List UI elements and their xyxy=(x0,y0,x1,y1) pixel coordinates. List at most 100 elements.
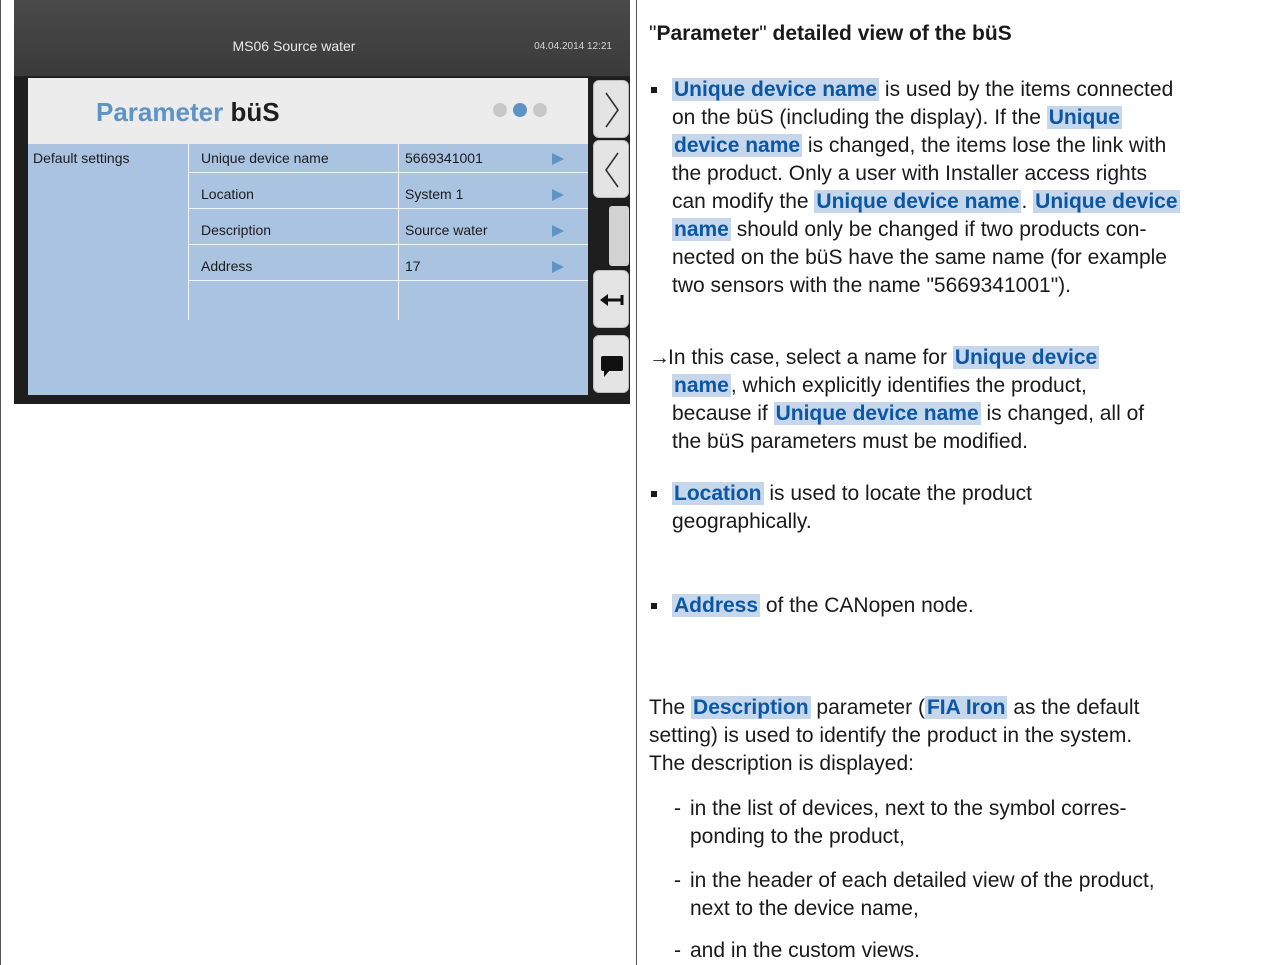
row-divider xyxy=(188,280,588,281)
text-line: Location is used to locate the product xyxy=(672,480,1282,508)
row-arrow-icon[interactable] xyxy=(552,261,564,273)
row-divider xyxy=(188,208,588,209)
bullet-address: Address of the CANopen node. xyxy=(672,592,1282,620)
device-title: MS06 Source water xyxy=(232,38,356,54)
row-value[interactable]: 17 xyxy=(405,258,421,274)
dash-item: and in the custom views. xyxy=(690,937,1280,965)
text-line: The description is displayed: xyxy=(649,752,914,775)
row-label[interactable]: Address xyxy=(201,258,252,274)
device-banner: Parameter büS xyxy=(28,78,588,144)
back-button[interactable] xyxy=(593,270,629,328)
page-left-rule xyxy=(0,0,1,965)
highlight-term: Location xyxy=(672,482,764,505)
text-line: device name is changed, the items lose t… xyxy=(672,132,1282,160)
text-span: can modify the xyxy=(672,190,815,213)
row-divider xyxy=(188,172,588,173)
highlight-term: Unique device xyxy=(1033,190,1180,213)
text-line: can modify the Unique device name. Uniqu… xyxy=(672,188,1282,216)
bullet-marker xyxy=(651,491,657,497)
bullet-marker xyxy=(651,87,657,93)
text-span: is changed, all of xyxy=(980,402,1145,425)
highlight-term: Address xyxy=(672,594,761,617)
row-arrow-icon[interactable] xyxy=(552,189,564,201)
text-span: should only be changed if two products c… xyxy=(730,218,1147,241)
text-span: The xyxy=(649,696,692,719)
row-label[interactable]: Description xyxy=(201,222,271,238)
text-line: nected on the büS have the same name (fo… xyxy=(672,246,1167,269)
highlight-term: Unique device xyxy=(952,346,1100,369)
text-line: name, which explicitly identifies the pr… xyxy=(668,372,1278,400)
dash-marker: - xyxy=(674,869,681,892)
banner-title-parameter: Parameter xyxy=(96,97,224,127)
highlight-term: Unique xyxy=(1046,106,1122,129)
heading-keyword: Parameter xyxy=(656,22,760,45)
description-paragraph: The Description parameter (FIA Iron as t… xyxy=(649,694,1259,778)
page-dot-active xyxy=(513,103,527,117)
row-label[interactable]: Unique device name xyxy=(201,150,329,166)
text-span: , which explicitly identifies the produc… xyxy=(730,374,1087,397)
message-button[interactable] xyxy=(593,335,629,393)
text-span: as the default xyxy=(1007,696,1140,719)
highlight-term: name xyxy=(672,374,731,397)
parameter-panel: Default settings Unique device name 5669… xyxy=(28,144,588,395)
banner-title: Parameter büS xyxy=(96,97,280,128)
text-span: . xyxy=(1021,190,1034,213)
text-line: the büS parameters must be modified. xyxy=(672,430,1029,453)
text-line: Address of the CANopen node. xyxy=(672,592,1282,620)
device-datetime: 04.04.2014 12:21 xyxy=(534,41,612,52)
text-line: geographically. xyxy=(672,510,812,533)
device-header: MS06 Source water 04.04.2014 12:21 xyxy=(14,0,630,77)
text-span: is changed, the items lose the link with xyxy=(802,134,1167,157)
text-line: because if Unique device name is changed… xyxy=(668,400,1278,428)
chevron-left-icon xyxy=(605,152,619,188)
next-page-button[interactable] xyxy=(593,80,629,138)
row-divider xyxy=(188,244,588,245)
banner-title-bus: büS xyxy=(230,97,280,127)
text-line: on the büS (including the display). If t… xyxy=(672,104,1282,132)
text-line: ponding to the product, xyxy=(690,825,905,848)
highlight-term: device name xyxy=(672,134,803,157)
arrow-instruction: In this case, select a name for Unique d… xyxy=(668,344,1278,456)
text-span: is used to locate the product xyxy=(763,482,1032,505)
section-label: Default settings xyxy=(33,150,130,166)
prev-page-button[interactable] xyxy=(593,140,629,198)
text-line: and in the custom views. xyxy=(690,939,920,962)
scroll-track[interactable] xyxy=(609,206,629,266)
dash-item: in the header of each detailed view of t… xyxy=(690,867,1280,923)
text-line: two sensors with the name "5669341001"). xyxy=(672,274,1071,297)
highlight-term: Unique device name xyxy=(672,78,880,101)
text-line: in the header of each detailed view of t… xyxy=(690,869,1155,892)
heading-quote-close: " xyxy=(759,22,767,45)
text-span: because if xyxy=(672,402,774,425)
highlight-term: name xyxy=(672,218,731,241)
bullet-marker xyxy=(651,603,657,609)
row-value[interactable]: Source water xyxy=(405,222,487,238)
dash-marker: - xyxy=(674,939,681,962)
text-line: In this case, select a name for Unique d… xyxy=(668,344,1278,372)
column-divider xyxy=(636,0,637,965)
back-arrow-icon xyxy=(600,294,624,306)
grid-column-line xyxy=(188,144,189,320)
page-indicator xyxy=(493,103,547,117)
text-span: In this case, select a name for xyxy=(668,346,953,369)
dash-marker: - xyxy=(674,797,681,820)
heading-rest: detailed view of the büS xyxy=(766,22,1012,45)
chevron-right-icon xyxy=(605,92,619,128)
text-line: setting) is used to identify the product… xyxy=(649,724,1133,747)
row-value[interactable]: System 1 xyxy=(405,186,463,202)
row-value[interactable]: 5669341001 xyxy=(405,150,483,166)
text-span: of the CANopen node. xyxy=(760,594,974,617)
text-line: Unique device name is used by the items … xyxy=(672,76,1282,104)
text-span: on the büS (including the display). If t… xyxy=(672,106,1047,129)
row-arrow-icon[interactable] xyxy=(552,225,564,237)
highlight-term: FIA Iron xyxy=(924,696,1008,719)
dash-item: in the list of devices, next to the symb… xyxy=(690,795,1280,851)
row-arrow-icon[interactable] xyxy=(552,153,564,165)
row-label[interactable]: Location xyxy=(201,186,254,202)
arrow-icon: → xyxy=(649,346,670,369)
page-dot xyxy=(493,103,507,117)
text-line: The Description parameter (FIA Iron as t… xyxy=(649,694,1259,722)
bullet-unique-device-name: Unique device name is used by the items … xyxy=(672,76,1282,300)
speech-bubble-icon xyxy=(601,356,623,377)
page-dot xyxy=(533,103,547,117)
